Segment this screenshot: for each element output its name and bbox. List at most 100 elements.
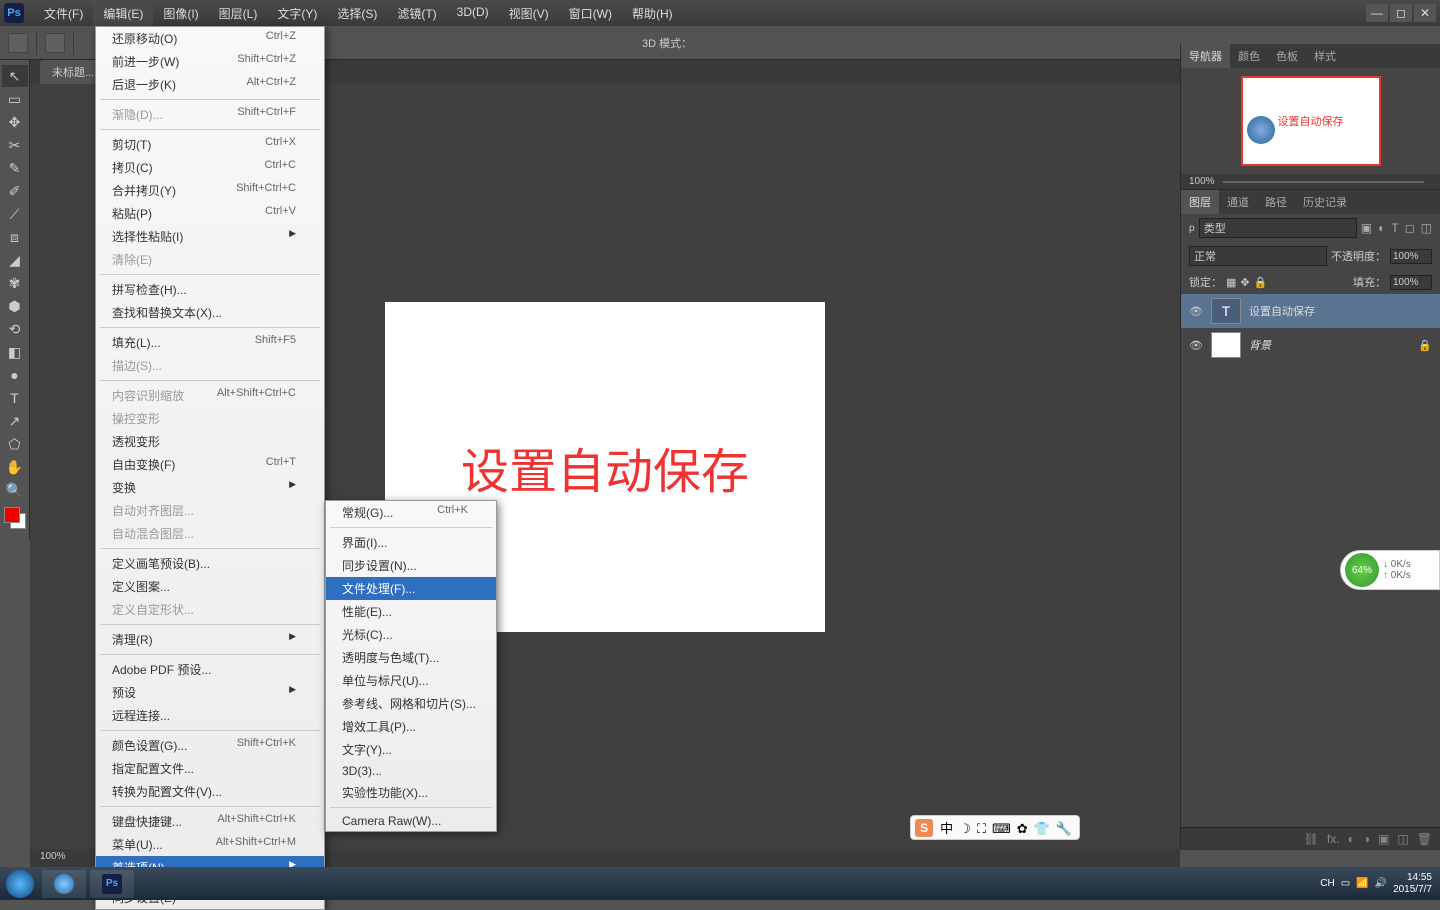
minimize-button[interactable]: — <box>1366 4 1388 22</box>
submenu-item[interactable]: 光标(C)... <box>326 623 496 646</box>
menu-item[interactable]: 后退一步(K)Alt+Ctrl+Z <box>96 73 324 96</box>
preferences-submenu[interactable]: 常规(G)...Ctrl+K界面(I)...同步设置(N)...文件处理(F).… <box>325 500 497 832</box>
filter-text-icon[interactable]: T <box>1391 221 1398 235</box>
tool-0[interactable]: ↖ <box>2 65 28 87</box>
color-swatch[interactable] <box>4 507 26 529</box>
submenu-item[interactable]: 文件处理(F)... <box>326 577 496 600</box>
adjustment-icon[interactable]: ◑ <box>1363 832 1370 846</box>
tool-13[interactable]: ● <box>2 364 28 386</box>
panel-tab-颜色[interactable]: 颜色 <box>1230 44 1268 68</box>
mask-icon[interactable]: ◐ <box>1348 832 1355 846</box>
tray-flag-icon[interactable]: ▭ <box>1341 878 1350 889</box>
filter-adjust-icon[interactable]: ◐ <box>1378 221 1385 235</box>
tool-7[interactable]: ⧈ <box>2 226 28 248</box>
panel-tab-图层[interactable]: 图层 <box>1181 190 1219 214</box>
panel-tab-色板[interactable]: 色板 <box>1268 44 1306 68</box>
menu-item[interactable]: 指定配置文件... <box>96 757 324 780</box>
ime-item[interactable]: ⌨ <box>992 821 1011 836</box>
menu-item[interactable]: 颜色设置(G)...Shift+Ctrl+K <box>96 734 324 757</box>
menu-滤镜[interactable]: 滤镜(T) <box>387 1 446 26</box>
tool-12[interactable]: ◧ <box>2 341 28 363</box>
ime-item[interactable]: ☽ <box>959 821 971 836</box>
layer-thumbnail[interactable]: T <box>1211 298 1241 324</box>
menu-图像[interactable]: 图像(I) <box>153 1 208 26</box>
tool-9[interactable]: ✾ <box>2 272 28 294</box>
delete-layer-icon[interactable]: 🗑 <box>1417 832 1432 846</box>
submenu-item[interactable]: 参考线、网格和切片(S)... <box>326 692 496 715</box>
submenu-item[interactable]: 性能(E)... <box>326 600 496 623</box>
menu-item[interactable]: 前进一步(W)Shift+Ctrl+Z <box>96 50 324 73</box>
panel-tab-样式[interactable]: 样式 <box>1306 44 1344 68</box>
tool-8[interactable]: ◢ <box>2 249 28 271</box>
opacity-input[interactable] <box>1390 249 1432 264</box>
menu-视图[interactable]: 视图(V) <box>499 1 559 26</box>
tool-10[interactable]: ⬢ <box>2 295 28 317</box>
visibility-icon[interactable]: 👁 <box>1189 339 1203 352</box>
tool-15[interactable]: ↗ <box>2 410 28 432</box>
move-tool-icon[interactable] <box>8 33 28 53</box>
navigator-thumbnail[interactable]: 设置自动保存 <box>1241 76 1381 166</box>
filter-smart-icon[interactable]: ◫ <box>1421 221 1432 235</box>
menu-item[interactable]: 预设 <box>96 681 324 704</box>
tool-2[interactable]: ✥ <box>2 111 28 133</box>
tool-3[interactable]: ✂ <box>2 134 28 156</box>
ime-toolbar[interactable]: S 中☽⛶⌨✿👕🔧 <box>910 815 1080 840</box>
menu-文字[interactable]: 文字(Y) <box>267 1 327 26</box>
menu-3d[interactable]: 3D(D) <box>447 1 499 26</box>
menu-item[interactable]: 转换为配置文件(V)... <box>96 780 324 803</box>
lock-pixels-icon[interactable]: ▦ <box>1226 276 1236 289</box>
maximize-button[interactable]: ◻ <box>1390 4 1412 22</box>
menu-item[interactable]: 填充(L)...Shift+F5 <box>96 331 324 354</box>
menu-帮助[interactable]: 帮助(H) <box>622 1 683 26</box>
menu-item[interactable]: 自由变换(F)Ctrl+T <box>96 453 324 476</box>
tool-1[interactable]: ▭ <box>2 88 28 110</box>
menu-item[interactable]: Adobe PDF 预设... <box>96 658 324 681</box>
panel-tab-导航器[interactable]: 导航器 <box>1181 44 1230 68</box>
menu-窗口[interactable]: 窗口(W) <box>559 1 622 26</box>
menu-选择[interactable]: 选择(S) <box>327 1 387 26</box>
submenu-item[interactable]: 实验性功能(X)... <box>326 781 496 804</box>
ime-item[interactable]: 👕 <box>1034 821 1050 836</box>
tool-4[interactable]: ✎ <box>2 157 28 179</box>
submenu-item[interactable]: 文字(Y)... <box>326 738 496 761</box>
submenu-item[interactable]: 常规(G)...Ctrl+K <box>326 501 496 524</box>
submenu-item[interactable]: 单位与标尺(U)... <box>326 669 496 692</box>
lock-position-icon[interactable]: ✥ <box>1240 276 1249 289</box>
fx-icon[interactable]: fx. <box>1327 832 1340 846</box>
tool-6[interactable]: ⟋ <box>2 203 28 225</box>
link-layers-icon[interactable]: ⛓ <box>1304 832 1319 846</box>
panel-tab-路径[interactable]: 路径 <box>1257 190 1295 214</box>
tool-17[interactable]: ✋ <box>2 456 28 478</box>
menu-文件[interactable]: 文件(F) <box>34 1 93 26</box>
menu-item[interactable]: 剪切(T)Ctrl+X <box>96 133 324 156</box>
blend-mode-dropdown[interactable]: 正常 <box>1189 246 1327 266</box>
menu-item[interactable]: 定义图案... <box>96 575 324 598</box>
tray-network-icon[interactable]: 📶 <box>1356 878 1368 889</box>
submenu-item[interactable]: Camera Raw(W)... <box>326 811 496 831</box>
zoom-slider[interactable] <box>1223 181 1424 183</box>
task-item-photoshop[interactable]: Ps <box>90 870 134 898</box>
menu-item[interactable]: 变换 <box>96 476 324 499</box>
panel-tab-通道[interactable]: 通道 <box>1219 190 1257 214</box>
menu-item[interactable]: 定义画笔预设(B)... <box>96 552 324 575</box>
submenu-item[interactable]: 同步设置(N)... <box>326 554 496 577</box>
submenu-item[interactable]: 3D(3)... <box>326 761 496 781</box>
task-item-browser[interactable] <box>42 870 86 898</box>
menu-编辑[interactable]: 编辑(E) <box>93 1 153 26</box>
visibility-icon[interactable]: 👁 <box>1189 305 1203 318</box>
start-button[interactable] <box>0 867 40 900</box>
tool-14[interactable]: T <box>2 387 28 409</box>
layer-row[interactable]: 👁T设置自动保存 <box>1181 294 1440 328</box>
panel-tab-历史记录[interactable]: 历史记录 <box>1295 190 1355 214</box>
ime-item[interactable]: 中 <box>940 821 953 836</box>
menu-item[interactable]: 拼写检查(H)... <box>96 278 324 301</box>
filter-shape-icon[interactable]: ◻ <box>1405 221 1415 235</box>
tray-clock[interactable]: 14:55 2015/7/7 <box>1393 872 1432 896</box>
layer-row[interactable]: 👁背景🔒 <box>1181 328 1440 362</box>
tool-5[interactable]: ✐ <box>2 180 28 202</box>
fill-input[interactable] <box>1390 275 1432 290</box>
submenu-item[interactable]: 透明度与色域(T)... <box>326 646 496 669</box>
menu-item[interactable]: 合并拷贝(Y)Shift+Ctrl+C <box>96 179 324 202</box>
tool-18[interactable]: 🔍 <box>2 479 28 501</box>
auto-select-checkbox[interactable] <box>45 33 65 53</box>
